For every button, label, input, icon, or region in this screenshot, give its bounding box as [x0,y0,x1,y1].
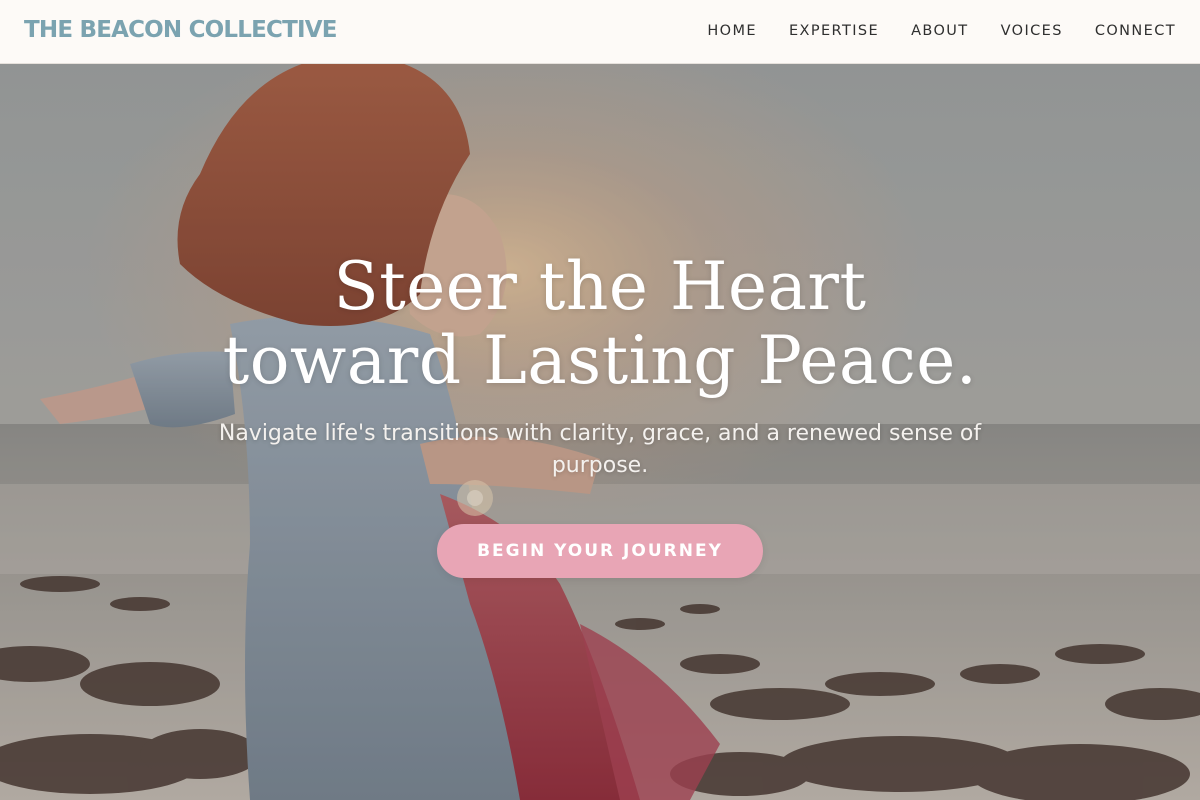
site-header: THE BEACON COLLECTIVE HOME EXPERTISE ABO… [0,0,1200,64]
nav-voices[interactable]: VOICES [1001,23,1063,39]
hero-subheadline: Navigate life's transitions with clarity… [218,421,982,478]
hero-section: Steer the Heart toward Lasting Peace. Na… [0,64,1200,800]
nav-about[interactable]: ABOUT [911,23,969,39]
hero-headline-line-2: toward Lasting Peace. [222,322,978,399]
nav-connect[interactable]: CONNECT [1095,23,1176,39]
hero-content: Steer the Heart toward Lasting Peace. Na… [0,250,1200,578]
main-nav: HOME EXPERTISE ABOUT VOICES CONNECT [707,23,1176,39]
page: THE BEACON COLLECTIVE HOME EXPERTISE ABO… [0,0,1200,800]
begin-journey-button[interactable]: BEGIN YOUR JOURNEY [437,524,763,578]
hero-headline-line-1: Steer the Heart [333,248,867,325]
hero-headline: Steer the Heart toward Lasting Peace. [0,250,1200,398]
nav-home[interactable]: HOME [707,23,757,39]
site-logo[interactable]: THE BEACON COLLECTIVE [24,17,337,43]
nav-expertise[interactable]: EXPERTISE [789,23,879,39]
